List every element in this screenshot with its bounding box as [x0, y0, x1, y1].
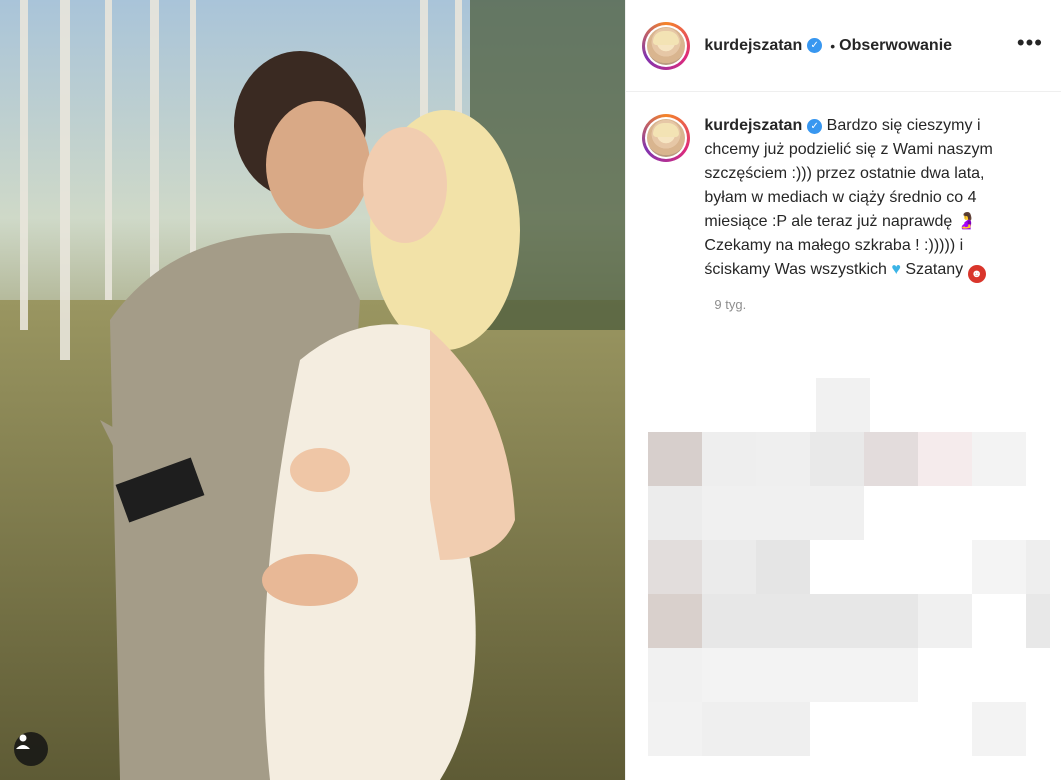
post-side-panel: kurdejszatan ✓ • Obserwowanie ••• kurdej…	[625, 0, 1061, 780]
post-photo[interactable]	[0, 0, 626, 780]
blue-heart-emoji: ♥	[891, 261, 901, 278]
user-tag-icon	[16, 734, 30, 749]
story-ring[interactable]	[642, 21, 691, 70]
blurred-comments-area	[648, 378, 1061, 758]
avatar	[647, 26, 686, 65]
caption-verified-badge-icon: ✓	[807, 119, 823, 134]
caption-row: kurdejszatan ✓ Bardzo się cieszymy i chce…	[626, 92, 1061, 283]
caption-story-ring[interactable]	[642, 114, 691, 162]
verified-badge-icon: ✓	[807, 38, 823, 53]
caption: kurdejszatan ✓ Bardzo się cieszymy i chce…	[704, 114, 1014, 283]
caption-username-link[interactable]: kurdejszatan	[704, 117, 802, 134]
smiling-devil-emoji: ☻	[967, 265, 986, 283]
more-options-icon[interactable]: •••	[1017, 32, 1043, 54]
caption-avatar	[647, 119, 686, 157]
separator-dot: •	[830, 37, 836, 54]
post-header: kurdejszatan ✓ • Obserwowanie •••	[626, 0, 1061, 92]
post-timestamp[interactable]: 9 tyg.	[714, 297, 1061, 312]
tag-people-button[interactable]	[14, 732, 48, 766]
couple-photo-illustration	[0, 0, 626, 780]
caption-text-3: Szatany	[905, 261, 964, 278]
username-link[interactable]: kurdejszatan	[704, 37, 802, 55]
pregnant-woman-emoji: 🤰	[956, 213, 977, 230]
following-button[interactable]: Obserwowanie	[839, 37, 952, 55]
instagram-post: kurdejszatan ✓ • Obserwowanie ••• kurdej…	[0, 0, 1061, 780]
